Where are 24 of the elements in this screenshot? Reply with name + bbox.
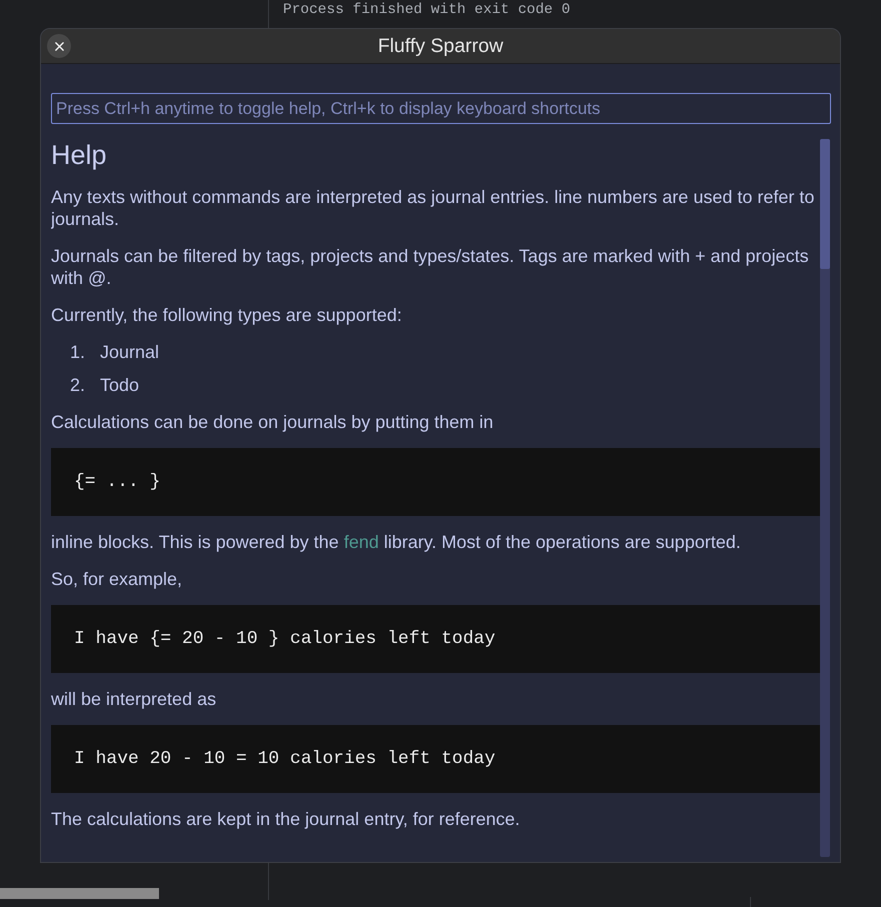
list-number: 2. bbox=[70, 374, 86, 396]
help-paragraph: So, for example, bbox=[51, 568, 184, 590]
console-output: Process finished with exit code 0 bbox=[283, 2, 570, 18]
help-paragraph: will be interpreted as bbox=[51, 688, 218, 710]
horizontal-scrollbar[interactable] bbox=[0, 888, 159, 899]
command-input[interactable]: Press Ctrl+h anytime to toggle help, Ctrl+k to display keyboard shortcuts bbox=[51, 93, 831, 124]
fend-link[interactable]: fend bbox=[344, 532, 379, 552]
list-item: Journal bbox=[100, 341, 160, 363]
close-button[interactable] bbox=[47, 34, 71, 58]
scrollbar[interactable] bbox=[820, 139, 830, 857]
help-paragraph: Journals can be filtered by tags, projects and types/states. Tags are marked with + and projects with @. bbox=[51, 245, 810, 289]
help-paragraph: Calculations can be done on journals by putting them in bbox=[51, 411, 494, 433]
list-item: Todo bbox=[100, 374, 140, 396]
help-paragraph: The calculations are kept in the journal entry, for reference. bbox=[51, 808, 521, 830]
code-block: {= ... } bbox=[51, 448, 820, 516]
help-heading: Help bbox=[51, 139, 108, 171]
list-number: 1. bbox=[70, 341, 86, 363]
code-block: I have {= 20 - 10 } calories left today bbox=[51, 605, 820, 673]
scrollbar-thumb[interactable] bbox=[820, 139, 830, 269]
help-paragraph: inline blocks. This is powered by the fend library. Most of the operations are supported. bbox=[51, 531, 742, 553]
help-paragraph: Currently, the following types are supported: bbox=[51, 304, 403, 326]
close-icon bbox=[54, 42, 64, 50]
code-block: I have 20 - 10 = 10 calories left today bbox=[51, 725, 820, 793]
window-title: Fluffy Sparrow bbox=[378, 34, 504, 58]
